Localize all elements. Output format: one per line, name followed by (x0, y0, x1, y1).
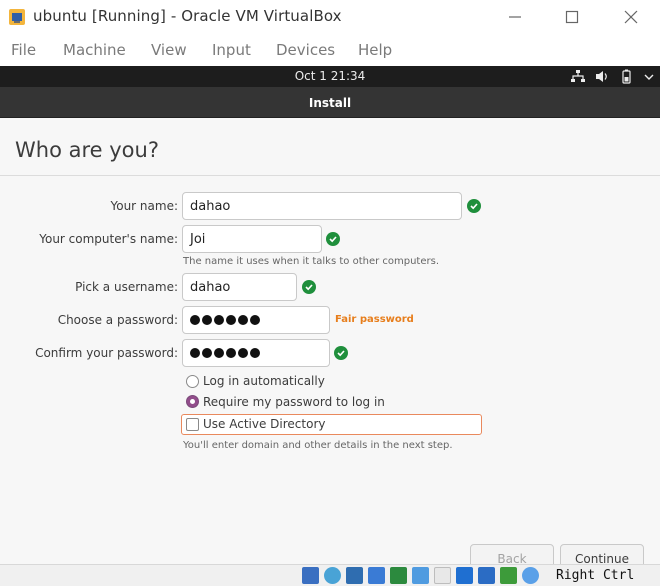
password-dot (202, 315, 212, 325)
password-dot (238, 315, 248, 325)
usb-icon[interactable] (390, 567, 407, 584)
auto-login-radio[interactable] (186, 375, 199, 388)
require-password-radio[interactable] (186, 395, 199, 408)
audio-icon[interactable] (346, 567, 363, 584)
menu-machine[interactable]: Machine (63, 41, 126, 59)
network-status-icon[interactable] (368, 567, 385, 584)
host-key-label[interactable]: Right Ctrl (556, 568, 634, 583)
clock[interactable]: Oct 1 21:34 (0, 69, 660, 83)
confirm-password-field[interactable] (182, 339, 330, 367)
menu-file[interactable]: File (11, 41, 36, 59)
password-field[interactable] (182, 306, 330, 334)
shared-folders-icon[interactable] (412, 567, 429, 584)
confirm-password-valid-icon (334, 346, 348, 360)
name-valid-icon (467, 199, 481, 213)
name-field[interactable]: dahao (182, 192, 462, 220)
username-field[interactable]: dahao (182, 273, 297, 301)
cpu-icon[interactable] (500, 567, 517, 584)
video-capture-icon[interactable] (456, 567, 473, 584)
installer-title: Install (308, 96, 352, 110)
heading-divider (0, 175, 660, 176)
menu-help[interactable]: Help (358, 41, 392, 59)
password-mask (190, 315, 260, 325)
optical-drive-icon[interactable] (324, 567, 341, 584)
require-password-label[interactable]: Require my password to log in (203, 395, 385, 409)
menubar: File Machine View Input Devices Help (0, 34, 660, 66)
minimize-icon[interactable] (500, 4, 530, 30)
computer-name-label: Your computer's name: (39, 232, 178, 246)
username-valid-icon (302, 280, 316, 294)
auto-login-label[interactable]: Log in automatically (203, 374, 325, 388)
password-dot (226, 315, 236, 325)
maximize-icon[interactable] (557, 4, 587, 30)
vm-statusbar: Right Ctrl (0, 564, 660, 586)
password-dot (190, 315, 200, 325)
password-dot (190, 348, 200, 358)
volume-icon[interactable] (594, 69, 610, 84)
computer-name-hint: The name it uses when it talks to other … (183, 256, 440, 267)
active-directory-hint: You'll enter domain and other details in… (183, 440, 453, 451)
password-dot (214, 315, 224, 325)
window-title: ubuntu [Running] - Oracle VM VirtualBox (33, 7, 342, 25)
confirm-password-label: Confirm your password: (35, 346, 178, 360)
menu-input[interactable]: Input (212, 41, 251, 59)
installer-content: Who are you? Your name: dahao Your compu… (0, 118, 660, 586)
network-icon[interactable] (570, 69, 586, 84)
active-directory-option[interactable]: Use Active Directory (181, 414, 482, 435)
menu-view[interactable]: View (151, 41, 187, 59)
display-icon[interactable] (434, 567, 451, 584)
password-label: Choose a password: (57, 313, 178, 327)
active-directory-checkbox[interactable] (186, 418, 199, 431)
power-menu-icon[interactable] (641, 69, 657, 84)
active-directory-label[interactable]: Use Active Directory (203, 417, 325, 431)
password-strength-label: Fair password (335, 314, 414, 325)
virtualbox-icon (7, 7, 27, 27)
hard-disk-icon[interactable] (302, 567, 319, 584)
close-icon[interactable] (616, 4, 646, 30)
password-dot (238, 348, 248, 358)
mouse-integration-icon[interactable] (478, 567, 495, 584)
menu-devices[interactable]: Devices (276, 41, 335, 59)
password-dot (214, 348, 224, 358)
installer-headerbar: Install (0, 87, 660, 118)
password-dot (202, 348, 212, 358)
name-label: Your name: (110, 199, 178, 213)
username-label: Pick a username: (75, 280, 178, 294)
battery-icon[interactable] (618, 69, 634, 84)
computer-name-valid-icon (326, 232, 340, 246)
password-dot (250, 315, 260, 325)
password-dot (226, 348, 236, 358)
keyboard-capture-icon[interactable] (522, 567, 539, 584)
page-title: Who are you? (15, 138, 159, 162)
computer-name-field[interactable]: Joi (182, 225, 322, 253)
confirm-password-mask (190, 348, 260, 358)
window-titlebar: ubuntu [Running] - Oracle VM VirtualBox (0, 0, 660, 34)
guest-topbar: Oct 1 21:34 (0, 66, 660, 87)
password-dot (250, 348, 260, 358)
